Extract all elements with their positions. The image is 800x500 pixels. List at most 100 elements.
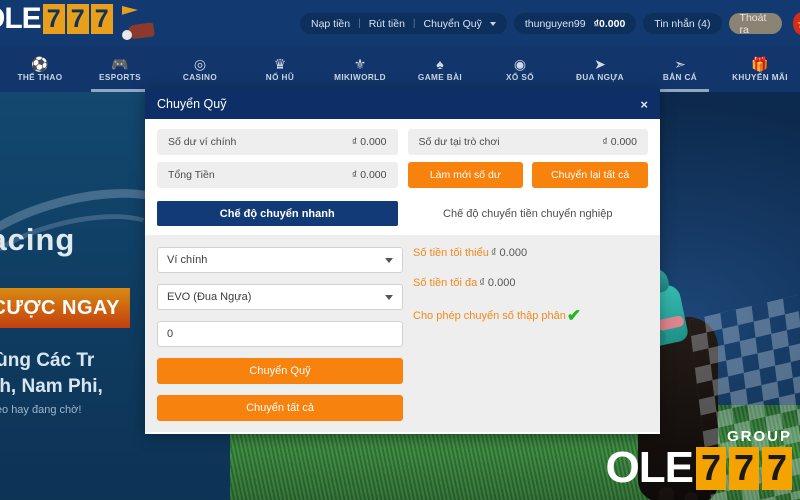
logout-button[interactable]: Thoát ra (728, 11, 782, 36)
close-icon[interactable]: × (640, 97, 648, 112)
min-amount-info: Số tiền tối thiểu ₫ 0.000 (413, 247, 648, 259)
from-wallet-value: Ví chính (167, 254, 208, 266)
game-balance-label: Số dư tại trò chơi (418, 136, 500, 148)
top-bar: OLE 7 7 7 Nạp tiền | Rút tiền | Chuyển Q… (0, 0, 800, 46)
watermark-digits: 7 7 7 (696, 446, 792, 490)
transfer-mode-tabs: Chế độ chuyển nhanh Chế độ chuyển tiền c… (145, 195, 660, 226)
nav-label: ESPORTS (99, 72, 141, 82)
amount-input[interactable]: 0 (157, 321, 403, 347)
logo-digit: 7 (66, 4, 89, 34)
min-amount-label: Số tiền tối thiểu (413, 247, 489, 259)
playing-cards-icon: ♠ (436, 55, 444, 72)
transfer-funds-link[interactable]: Chuyển Quỹ (424, 18, 482, 30)
decimal-allowed-label: Cho phép chuyển số thập phân (413, 309, 566, 322)
nav-item-the-thao[interactable]: ⚽ THỂ THAO (0, 46, 80, 92)
top-navigation: Nạp tiền | Rút tiền | Chuyển Quỹ thunguy… (300, 11, 800, 36)
star-icon: ★ (796, 17, 800, 30)
separator-1: | (358, 18, 361, 29)
transfer-funds-modal: Chuyển Quỹ × Số dư ví chính ₫ 0.000 Tổng… (145, 89, 660, 434)
modal-title: Chuyển Quỹ (157, 97, 227, 111)
tab-pro-transfer[interactable]: Chế độ chuyển tiền chuyển nghiệp (408, 201, 649, 226)
balance-actions: Làm mới số dư Chuyển lại tất cả (407, 162, 648, 188)
logo-digit: 7 (42, 4, 65, 34)
watermark-digit: 7 (696, 446, 726, 490)
modal-header: Chuyển Quỹ × (145, 89, 660, 119)
nav-item-no-hu[interactable]: ♛ NỔ HŨ (240, 46, 320, 92)
casino-chip-icon: ◎ (193, 55, 207, 72)
nav-item-casino[interactable]: ◎ CASINO (160, 46, 240, 92)
from-wallet-select[interactable]: Ví chính (157, 247, 403, 273)
nav-item-dua-ngua[interactable]: ➤ ĐUA NGỰA (560, 46, 640, 92)
total-balance-row: Tổng Tiền ₫ 0.000 (157, 162, 398, 188)
logo-digits: 7 7 7 (42, 4, 113, 34)
watermark-digit: 7 (729, 446, 759, 490)
username-label: thunguyen99 (524, 17, 586, 30)
nav-item-ban-ca[interactable]: ➣ BẮN CÁ (640, 46, 720, 92)
soccer-ball-icon: ⚽ (31, 55, 49, 72)
main-wallet-balance-row: Số dư ví chính ₫ 0.000 (157, 129, 398, 155)
decimal-allowed-info: Cho phép chuyển số thập phân ✔ (413, 307, 648, 324)
promo-cta-label: CƯỢC NGAY (0, 296, 120, 319)
promo-headline-1: ác Cùng Các Tr (0, 350, 95, 371)
modal-form-section: Ví chính EVO (Đua Ngựa) 0 Chuyển Quỹ Chu… (145, 235, 660, 432)
min-amount-value: ₫ 0.000 (490, 247, 528, 259)
ball-icon (122, 30, 132, 40)
nav-label: THỂ THAO (17, 72, 63, 82)
nav-item-khuyen-mai[interactable]: 🎁 KHUYẾN MÃI (720, 46, 800, 92)
page-root: Racing CƯỢC NGAY ác Cùng Các Tr Anh, Nam… (0, 0, 800, 500)
chevron-down-icon (385, 294, 393, 300)
watermark-logo: GROUP OLE 7 7 7 (606, 428, 792, 490)
main-navigation: ⚽ THỂ THAO 🎮 ESPORTS ◎ CASINO ♛ NỔ HŨ ⚜ … (0, 46, 800, 92)
promo-cta-button[interactable]: CƯỢC NGAY (0, 288, 130, 328)
mikiworld-icon: ⚜ (353, 55, 367, 72)
to-wallet-select[interactable]: EVO (Đua Ngựa) (157, 284, 403, 310)
account-balance-pill[interactable]: thunguyen99 ₫0.000 (513, 13, 637, 34)
to-wallet-value: EVO (Đua Ngựa) (167, 291, 252, 303)
gift-icon: 🎁 (751, 55, 769, 72)
nav-item-game-bai[interactable]: ♠ GAME BÀI (400, 46, 480, 92)
nav-label: XỔ SỐ (506, 72, 534, 82)
chevron-down-icon[interactable] (489, 21, 496, 26)
nav-item-xo-so[interactable]: ◉ XỔ SỐ (480, 46, 560, 92)
promo-subline: c tốt - Kèo hay đang chờ! (0, 404, 82, 416)
game-balance-row: Số dư tại trò chơi ₫ 0.000 (407, 129, 648, 155)
slot-machine-icon: ♛ (273, 55, 287, 72)
transfer-all-button[interactable]: Chuyển tất cả (157, 395, 403, 421)
messages-button[interactable]: Tin nhắn (4) (643, 13, 722, 34)
promo-racing-word: Racing (0, 222, 76, 257)
nav-item-mikiworld[interactable]: ⚜ MIKIWORLD (320, 46, 400, 92)
nav-label: MIKIWORLD (334, 72, 386, 82)
withdraw-link[interactable]: Rút tiền (369, 18, 405, 30)
deposit-link[interactable]: Nạp tiền (311, 18, 350, 30)
nav-label: CASINO (182, 72, 218, 82)
balances-left-column: Số dư ví chính ₫ 0.000 Tổng Tiền ₫ 0.000 (157, 129, 398, 195)
fish-icon: ➣ (674, 55, 686, 72)
nav-label: NỔ HŨ (265, 72, 295, 82)
nav-item-esports[interactable]: 🎮 ESPORTS (80, 46, 160, 92)
main-wallet-label: Số dư ví chính (168, 136, 237, 148)
tab-quick-transfer[interactable]: Chế độ chuyển nhanh (157, 201, 398, 226)
chevron-down-icon (385, 257, 393, 263)
main-wallet-value: ₫ 0.000 (351, 136, 387, 148)
max-amount-info: Số tiền tối đa ₫ 0.000 (413, 277, 648, 289)
refresh-balance-button[interactable]: Làm mới số dư (407, 162, 524, 188)
watermark-digit: 7 (762, 446, 792, 490)
transfer-back-all-button[interactable]: Chuyển lại tất cả (532, 162, 648, 188)
transfer-funds-button[interactable]: Chuyển Quỹ (157, 358, 403, 384)
game-balance-value: ₫ 0.000 (602, 136, 637, 148)
watermark-group-label: GROUP (726, 428, 792, 445)
balances-right-column: Số dư tại trò chơi ₫ 0.000 Làm mới số dư… (407, 129, 648, 195)
max-amount-label: Số tiền tối đa (413, 277, 478, 289)
watermark-ole-text: OLE (605, 443, 694, 492)
site-logo[interactable]: OLE 7 7 7 (0, 2, 113, 36)
total-label: Tổng Tiền (168, 169, 215, 181)
amount-value: 0 (167, 328, 174, 340)
gamepad-icon: 🎮 (111, 55, 129, 72)
balance-amount: ₫0.000 (593, 17, 626, 30)
language-flag-icon[interactable]: ★ (792, 12, 800, 35)
total-value: ₫ 0.000 (351, 169, 387, 181)
logout-label: Thoát ra (739, 11, 767, 36)
nav-label: BẮN CÁ (662, 72, 698, 82)
promo-headline-2: Anh, Nam Phi, (0, 376, 103, 397)
checkmark-icon: ✔ (566, 306, 582, 325)
